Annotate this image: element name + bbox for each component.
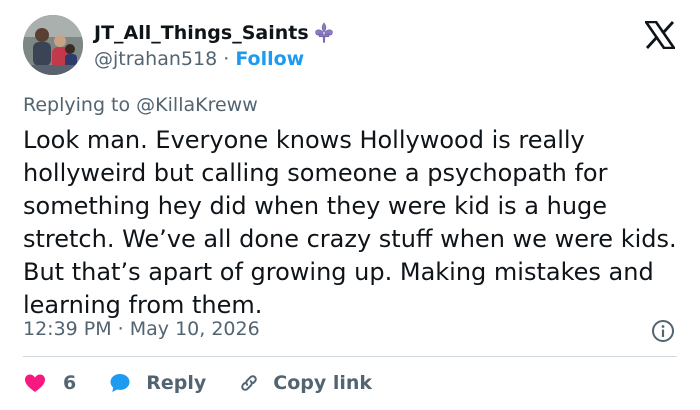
replying-prefix: Replying to	[23, 94, 131, 116]
copy-link-label: Copy link	[273, 372, 373, 394]
user-name-row: JT_All_Things_Saints	[94, 21, 336, 45]
link-icon	[241, 375, 258, 391]
fleur-de-lis-icon	[312, 21, 336, 45]
heart-icon	[25, 374, 45, 392]
tweet-text: Look man. Everyone knows Hollywood is re…	[23, 126, 677, 319]
handle-row: @jtrahan518 · Follow	[94, 48, 304, 70]
copy-link-button[interactable]: Copy link	[237, 371, 372, 395]
avatar[interactable]	[23, 15, 83, 75]
reply-label: Reply	[146, 372, 207, 394]
user-handle[interactable]: @jtrahan518	[94, 48, 217, 70]
handle-separator: ·	[223, 48, 230, 70]
reply-button[interactable]: Reply	[108, 371, 206, 395]
replying-mention[interactable]: @KillaKreww	[136, 94, 258, 116]
divider	[23, 356, 677, 357]
speech-bubble-icon	[110, 374, 130, 392]
x-logo-icon[interactable]	[643, 20, 677, 50]
info-icon[interactable]	[651, 319, 675, 343]
display-name[interactable]: JT_All_Things_Saints	[94, 22, 309, 44]
follow-button[interactable]: Follow	[235, 48, 304, 70]
action-bar: 6 Reply Copy link	[23, 370, 372, 396]
tweet-timestamp[interactable]: 12:39 PM · May 10, 2026	[23, 318, 260, 340]
like-count: 6	[63, 372, 77, 394]
replying-to: Replying to @KillaKreww	[23, 94, 258, 116]
like-button[interactable]: 6	[23, 371, 76, 395]
